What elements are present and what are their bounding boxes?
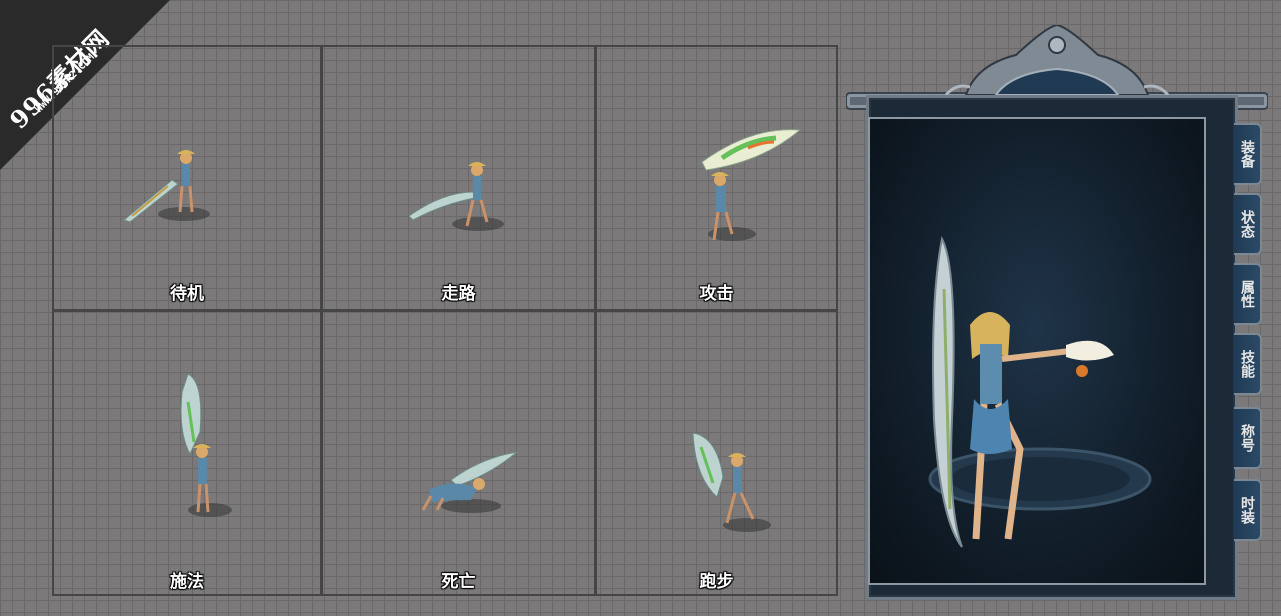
animation-cell-death[interactable]: 死亡 — [323, 312, 594, 594]
animation-cell-cast[interactable]: 施法 — [54, 312, 320, 594]
character-sprite-idle — [122, 150, 210, 223]
animation-cell-idle[interactable]: 待机 — [54, 47, 320, 309]
tab-equipment[interactable]: 装备 — [1234, 123, 1262, 185]
animation-label-attack: 攻击 — [699, 284, 734, 304]
animation-cell-attack[interactable]: 攻击 — [597, 47, 836, 309]
tab-titles[interactable]: 称号 — [1234, 407, 1262, 469]
character-preview-panel: 装备 状态 属性 技能 称号 时装 — [846, 25, 1268, 605]
tab-fashion[interactable]: 时装 — [1234, 479, 1262, 541]
tab-skills[interactable]: 技能 — [1234, 333, 1262, 395]
character-preview-area — [868, 117, 1206, 585]
animation-grid: 待机 走路 攻击 施法 死亡 跑步 — [52, 45, 838, 596]
animation-cell-walk[interactable]: 走路 — [323, 47, 594, 309]
animation-cell-run[interactable]: 跑步 — [597, 312, 836, 594]
character-sprite-death — [421, 451, 519, 513]
character-sprite-attack — [701, 129, 802, 241]
animation-label-run: 跑步 — [699, 572, 734, 592]
animation-label-idle: 待机 — [170, 284, 204, 304]
animation-label-cast: 施法 — [170, 572, 204, 592]
tab-attributes[interactable]: 属性 — [1234, 263, 1262, 325]
character-sprite-cast — [180, 373, 232, 517]
character-sprite-run — [692, 432, 771, 532]
character-preview-model — [928, 236, 1152, 548]
tab-status[interactable]: 状态 — [1234, 193, 1262, 255]
character-sprite-walk — [408, 162, 504, 231]
animation-label-walk: 走路 — [441, 284, 476, 304]
animation-label-death: 死亡 — [441, 572, 476, 592]
